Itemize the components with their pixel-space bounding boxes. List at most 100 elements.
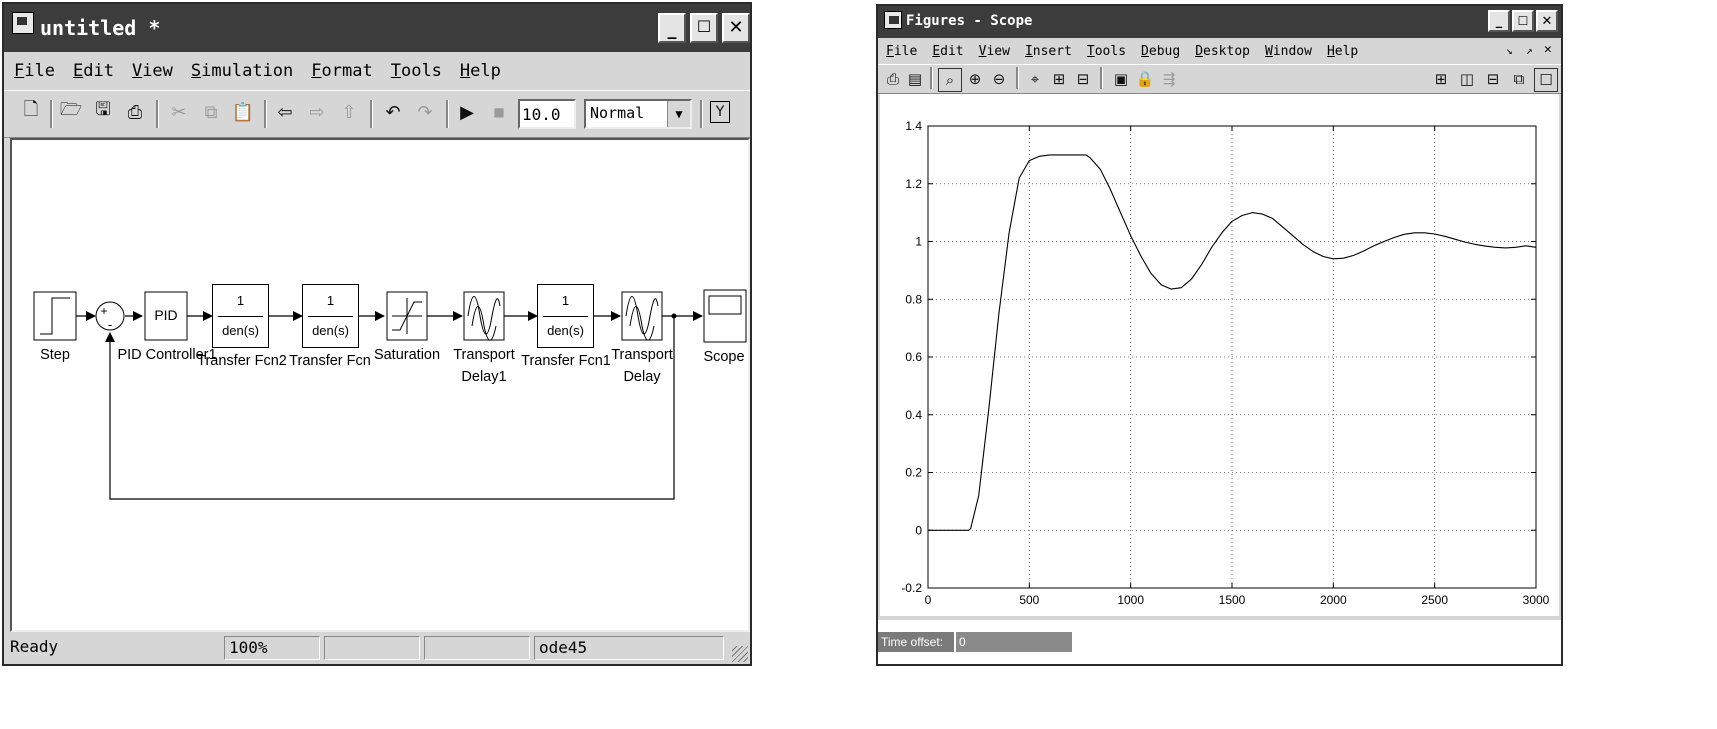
toolbar-separator: [700, 100, 703, 128]
start-simulation-icon[interactable]: ▶: [456, 101, 478, 123]
left-right-icon[interactable]: ◫: [1456, 68, 1478, 90]
float-icon[interactable]: ▣: [1110, 68, 1132, 90]
fraction-bar: [308, 316, 353, 317]
float-window-icon[interactable]: ⧉: [1508, 68, 1530, 90]
transfer-fcn-numerator: 1: [326, 293, 335, 308]
save-icon[interactable]: 🖫: [92, 99, 114, 123]
status-solver: ode45: [534, 636, 724, 660]
simulation-mode-value: Normal: [590, 104, 645, 122]
figure-menu-desktop[interactable]: Desktop: [1195, 44, 1250, 59]
figure-menu-window[interactable]: Window: [1265, 44, 1312, 59]
cut-icon[interactable]: ✂: [168, 101, 190, 123]
scope-parameters-icon[interactable]: ⊟: [1072, 68, 1094, 90]
figure-titlebar[interactable]: Figures - Scope _ ☐ ✕: [878, 6, 1561, 38]
menu-format[interactable]: Format: [311, 61, 372, 81]
tile-icon[interactable]: ⊞: [1430, 68, 1452, 90]
lock-axes-icon[interactable]: 🔒: [1134, 68, 1156, 90]
open-icon[interactable]: 🗁: [60, 99, 82, 123]
fraction-bar: [218, 316, 263, 317]
figure-minimize-button[interactable]: _: [1488, 10, 1510, 32]
simulink-window: untitled * _ ☐ ✕ File Edit View Simulation F…: [2, 2, 752, 666]
simulink-toolbar: 🗋 🗁 🖫 ⎙ ✂ ⧉ 📋 ⇦ ⇨ ⇧ ↶ ↷ ▶ ■ Normal ▼ Y: [4, 90, 750, 138]
copy-icon[interactable]: ⧉: [200, 101, 222, 123]
x-tick-label: 500: [1019, 593, 1039, 607]
redo-icon[interactable]: ↷: [414, 101, 436, 123]
forward-icon[interactable]: ⇨: [306, 101, 328, 123]
up-icon[interactable]: ⇧: [338, 101, 360, 123]
minimize-button[interactable]: _: [658, 13, 686, 43]
print-preview-icon[interactable]: ▤: [904, 68, 926, 90]
menu-view[interactable]: View: [132, 61, 173, 81]
toolbar-separator: [1016, 67, 1019, 89]
toolbar-separator: [50, 100, 53, 128]
top-bottom-icon[interactable]: ⊟: [1482, 68, 1504, 90]
toolbar-separator: [264, 100, 267, 128]
scope-label: Scope: [703, 349, 745, 365]
figure-menu-tools[interactable]: Tools: [1087, 44, 1126, 59]
maximize-button[interactable]: ☐: [690, 13, 718, 43]
restore-view-icon[interactable]: ⊞: [1048, 68, 1070, 90]
menu-help[interactable]: Help: [460, 61, 501, 81]
time-offset-value: 0: [956, 632, 1072, 652]
model-explorer-icon[interactable]: Y: [710, 101, 730, 123]
sum-plus-sign: +: [100, 304, 108, 318]
resize-grip-icon[interactable]: [732, 646, 748, 662]
paste-icon[interactable]: 📋: [232, 101, 254, 123]
step-block[interactable]: [33, 291, 77, 341]
scope-chart[interactable]: 0 500 1000 1500 2000 2500 3000-0.200.20.40.60.…: [880, 94, 1559, 616]
saturation-label: Saturation: [373, 347, 441, 363]
matlab-icon: [884, 11, 902, 29]
menu-simulation[interactable]: Simulation: [191, 61, 293, 81]
transfer-fcn2-block[interactable]: 1 den(s): [212, 284, 269, 348]
transfer-fcn1-block[interactable]: 1 den(s): [537, 284, 594, 348]
transfer-fcn-label: Transfer Fcn: [289, 353, 371, 369]
figure-menu-file[interactable]: File: [886, 44, 917, 59]
undo-icon[interactable]: ↶: [382, 101, 404, 123]
new-model-icon[interactable]: 🗋: [20, 99, 42, 123]
back-icon[interactable]: ⇦: [274, 101, 296, 123]
print-icon[interactable]: ⎙: [124, 101, 146, 123]
stop-simulation-icon[interactable]: ■: [488, 101, 510, 123]
menu-file[interactable]: File: [14, 61, 55, 81]
stop-time-input[interactable]: [518, 99, 576, 129]
zoom-out-icon[interactable]: ⊖: [988, 68, 1010, 90]
figure-menu-edit[interactable]: Edit: [932, 44, 963, 59]
dock-icon[interactable]: ↗: [1526, 44, 1533, 57]
figure-menu-insert[interactable]: Insert: [1025, 44, 1072, 59]
transfer-fcn-block[interactable]: 1 den(s): [302, 284, 359, 348]
y-tick-label: 1: [915, 235, 922, 249]
y-tick-label: -0.2: [901, 581, 922, 595]
chevron-down-icon[interactable]: ▼: [667, 101, 690, 127]
toolbar-separator: [930, 67, 933, 89]
model-canvas[interactable]: + - PID 1 den(s) 1 den(s) 1 den(s) Step …: [10, 138, 750, 632]
print-figure-icon[interactable]: ⎙: [882, 68, 904, 90]
figure-menu-help[interactable]: Help: [1327, 44, 1358, 59]
simulink-statusbar: Ready 100% ode45: [4, 634, 750, 664]
transport-delay-label-line1: Transport: [611, 347, 673, 363]
simulink-titlebar[interactable]: untitled * _ ☐ ✕: [4, 4, 750, 52]
find-icon[interactable]: ⌖: [1024, 68, 1046, 90]
figure-menu-view[interactable]: View: [979, 44, 1010, 59]
zoom-in-icon[interactable]: ⊕: [964, 68, 986, 90]
figure-maximize-button[interactable]: ☐: [1512, 10, 1534, 32]
branch-point: [671, 313, 677, 319]
menu-tools[interactable]: Tools: [391, 61, 442, 81]
transport-delay1-label-line2: Delay1: [461, 369, 507, 385]
signal-selection-icon[interactable]: ⇶: [1158, 68, 1180, 90]
figure-menu-debug[interactable]: Debug: [1141, 44, 1180, 59]
simulation-mode-select[interactable]: Normal ▼: [584, 99, 692, 129]
transport-delay-label-line2: Delay: [623, 369, 661, 385]
maximize-figure-icon[interactable]: ☐: [1534, 68, 1558, 92]
y-tick-label: 0.6: [905, 350, 922, 364]
undock-icon[interactable]: ↘: [1506, 44, 1513, 57]
close-button[interactable]: ✕: [722, 13, 750, 43]
toolbar-separator: [446, 100, 449, 128]
zoom-icon[interactable]: ⌕: [938, 68, 962, 92]
menu-edit[interactable]: Edit: [73, 61, 114, 81]
figure-close-button[interactable]: ✕: [1536, 10, 1558, 32]
status-cell-4: [424, 636, 530, 660]
transfer-fcn2-label: Transfer Fcn2: [197, 353, 287, 369]
toolbar-separator: [370, 100, 373, 128]
figure-window: Figures - Scope _ ☐ ✕ File Edit View Insert…: [876, 4, 1563, 666]
figure-close-doc-icon[interactable]: ✕: [1544, 42, 1552, 57]
